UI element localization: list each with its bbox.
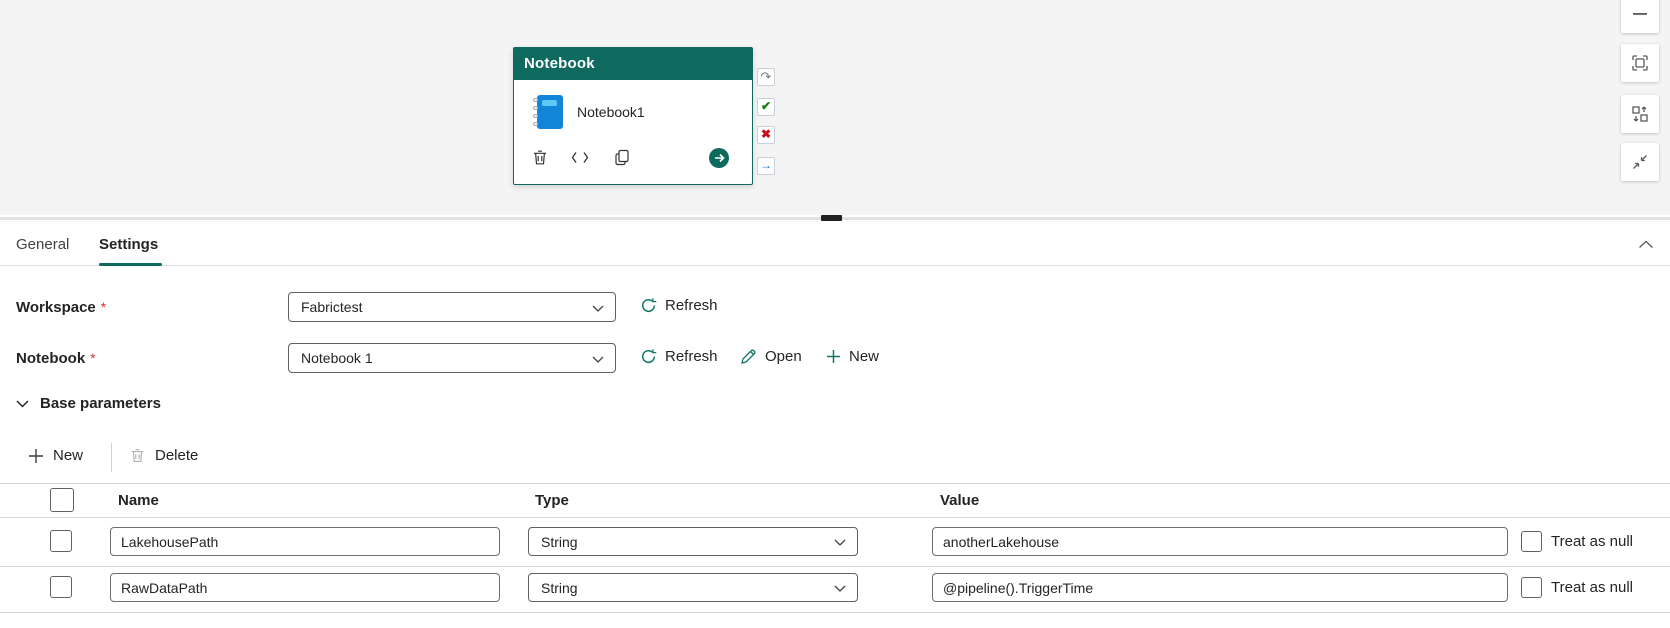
tab-strip-border — [0, 265, 1670, 266]
notebook-open-button[interactable]: Open — [740, 348, 802, 365]
on-success-port-icon[interactable]: ✔ — [757, 98, 775, 116]
refresh-label: Refresh — [665, 348, 718, 365]
notebook-icon-stripe — [542, 100, 557, 106]
auto-align-button[interactable] — [1621, 95, 1659, 133]
open-label: Open — [765, 348, 802, 365]
toolbar-separator — [111, 443, 112, 472]
plus-icon — [28, 448, 44, 464]
fit-to-screen-icon — [1631, 54, 1649, 72]
parameter-type-value: String — [541, 534, 578, 550]
refresh-icon — [640, 348, 657, 365]
parameter-new-label: New — [53, 447, 83, 464]
trash-icon[interactable] — [529, 146, 551, 168]
notebook-icon-ring — [533, 114, 538, 118]
skip-port-icon[interactable]: ↷ — [757, 68, 775, 86]
treat-as-null-label: Treat as null — [1551, 533, 1633, 550]
row-checkbox[interactable] — [50, 530, 72, 552]
tab-general[interactable]: General — [16, 236, 69, 253]
minus-icon — [1632, 12, 1648, 16]
notebook-icon-ring — [533, 122, 538, 126]
parameter-type-dropdown[interactable]: String — [528, 527, 858, 556]
column-header-type: Type — [535, 492, 569, 509]
workspace-dropdown-value: Fabrictest — [301, 299, 362, 315]
table-border — [0, 517, 1670, 518]
notebook-label: Notebook * — [16, 350, 96, 367]
notebook-icon-ring — [533, 98, 538, 102]
required-asterisk: * — [101, 299, 106, 315]
base-parameters-title: Base parameters — [40, 395, 161, 412]
table-border — [0, 483, 1670, 484]
notebook-icon-ring — [533, 106, 538, 110]
chevron-down-icon — [834, 585, 846, 592]
fit-to-screen-button[interactable] — [1621, 44, 1659, 82]
chevron-down-icon — [592, 305, 604, 312]
refresh-icon — [640, 297, 657, 314]
zoom-out-button[interactable] — [1621, 0, 1659, 33]
activity-type-header: Notebook — [514, 48, 752, 80]
pipeline-canvas[interactable]: Notebook Notebook1 ↷ ✔ ✖ → — [0, 0, 1670, 215]
on-completion-port-icon[interactable]: → — [757, 157, 775, 175]
tab-settings[interactable]: Settings — [99, 236, 158, 253]
pencil-icon — [740, 348, 757, 365]
chevron-down-icon — [592, 356, 604, 363]
row-checkbox[interactable] — [50, 576, 72, 598]
parameter-type-value: String — [541, 580, 578, 596]
base-parameters-toggle[interactable]: Base parameters — [16, 395, 161, 412]
notebook-new-button[interactable]: New — [826, 348, 879, 365]
notebook-refresh-button[interactable]: Refresh — [640, 348, 718, 365]
run-arrow-icon[interactable] — [709, 148, 729, 168]
chevron-down-icon — [16, 400, 29, 408]
workspace-label: Workspace * — [16, 299, 106, 316]
copy-icon[interactable] — [611, 146, 633, 168]
refresh-label: Refresh — [665, 297, 718, 314]
parameter-type-dropdown[interactable]: String — [528, 573, 858, 602]
workspace-dropdown[interactable]: Fabrictest — [288, 292, 616, 322]
notebook-label-text: Notebook — [16, 350, 85, 367]
parameter-delete-button[interactable]: Delete — [130, 447, 198, 464]
column-header-name: Name — [118, 492, 159, 509]
auto-align-icon — [1631, 105, 1649, 123]
chevron-up-icon — [1638, 240, 1654, 249]
parameter-delete-label: Delete — [155, 447, 198, 464]
treat-as-null-label: Treat as null — [1551, 579, 1633, 596]
notebook-icon — [532, 95, 563, 129]
notebook-dropdown[interactable]: Notebook 1 — [288, 343, 616, 373]
column-header-value: Value — [940, 492, 979, 509]
on-fail-port-icon[interactable]: ✖ — [757, 126, 775, 144]
plus-icon — [826, 349, 841, 364]
code-icon[interactable] — [569, 146, 591, 168]
parameter-value-input[interactable] — [932, 573, 1508, 602]
activity-name: Notebook1 — [577, 104, 645, 120]
collapse-icon — [1632, 154, 1648, 170]
new-label: New — [849, 348, 879, 365]
workspace-label-text: Workspace — [16, 299, 96, 316]
workspace-refresh-button[interactable]: Refresh — [640, 297, 718, 314]
treat-as-null-checkbox[interactable] — [1521, 531, 1542, 552]
parameter-value-input[interactable] — [932, 527, 1508, 556]
table-border — [0, 612, 1670, 613]
panel-resize-handle[interactable] — [821, 215, 842, 221]
select-all-checkbox[interactable] — [50, 488, 74, 512]
parameter-name-input[interactable] — [110, 573, 500, 602]
chevron-down-icon — [834, 539, 846, 546]
notebook-dropdown-value: Notebook 1 — [301, 350, 373, 366]
table-border — [0, 566, 1670, 567]
required-asterisk: * — [90, 350, 95, 366]
active-tab-indicator — [99, 263, 162, 266]
treat-as-null-checkbox[interactable] — [1521, 577, 1542, 598]
trash-icon — [130, 447, 145, 464]
collapse-button[interactable] — [1621, 143, 1659, 181]
collapse-panel-button[interactable] — [1638, 240, 1654, 249]
parameter-new-button[interactable]: New — [28, 447, 83, 464]
parameter-name-input[interactable] — [110, 527, 500, 556]
